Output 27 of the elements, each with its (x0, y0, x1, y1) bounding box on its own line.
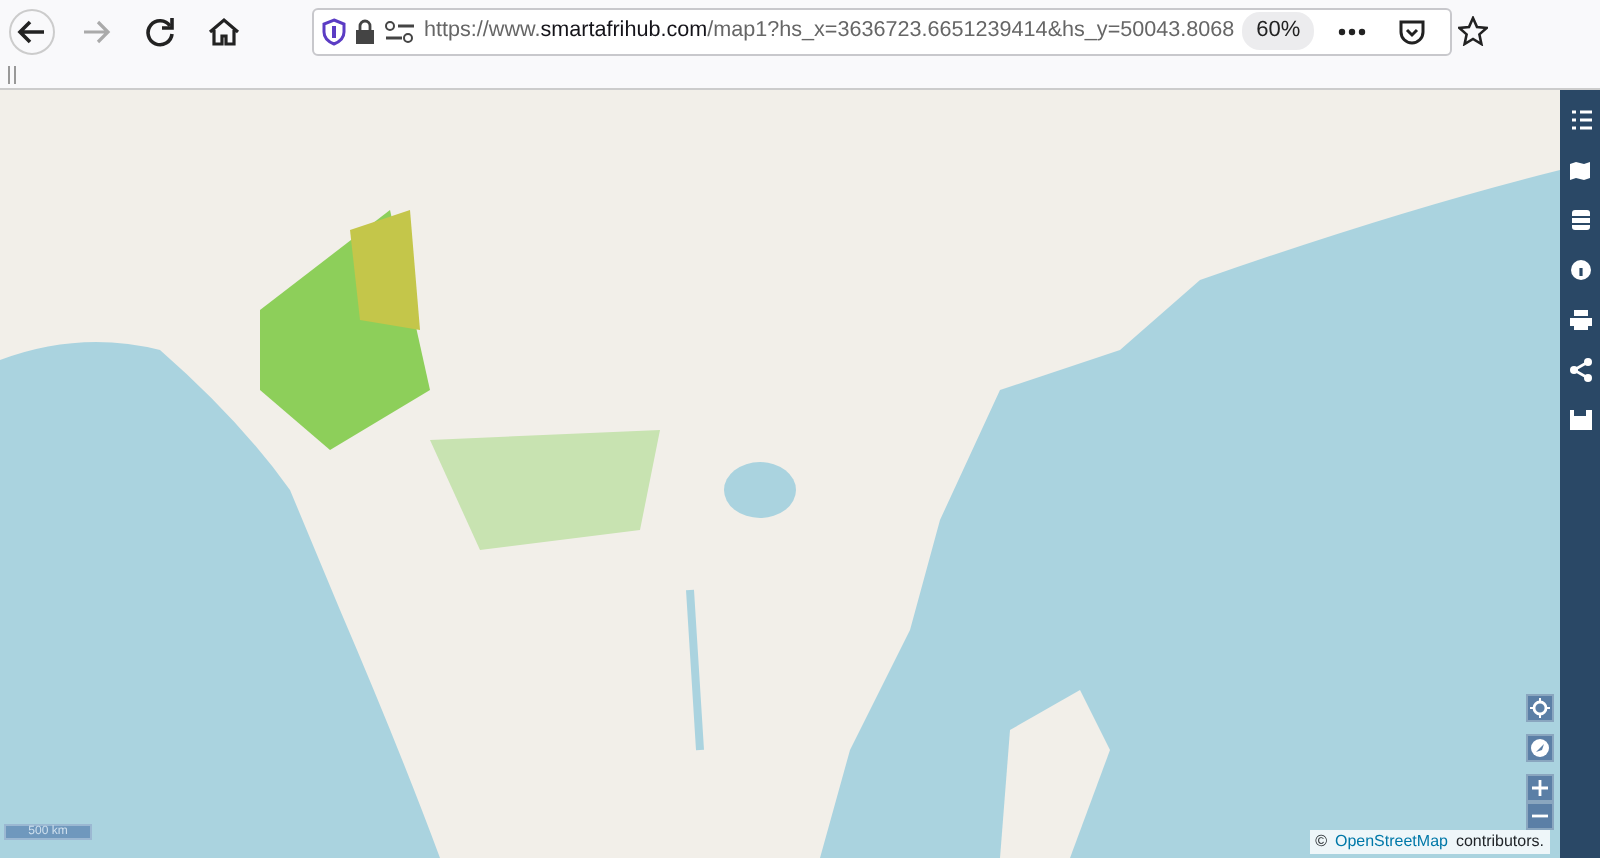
database-icon[interactable] (1567, 208, 1593, 232)
attribution-text: contributors. (1455, 830, 1544, 854)
save-icon[interactable] (1567, 408, 1593, 432)
drag-handle-icon (8, 66, 16, 84)
lock-icon (354, 18, 376, 44)
zoom-in-button[interactable] (1526, 774, 1554, 802)
crosshair-icon (1530, 698, 1550, 718)
star-icon[interactable] (1458, 16, 1489, 46)
plus-icon (1532, 780, 1548, 796)
shield-icon (322, 17, 346, 45)
copyright-symbol: © (1315, 830, 1327, 854)
layers-list-icon[interactable] (1567, 108, 1593, 132)
url-text: https://www.smartafrihub.com/map1?hs_x=3636723.6651239414&hs_y=50043.8068 (424, 16, 1235, 47)
map-icon[interactable] (1567, 158, 1593, 182)
compass-icon (1530, 738, 1550, 758)
more-icon[interactable] (1338, 27, 1367, 35)
info-icon[interactable] (1567, 258, 1593, 282)
share-icon[interactable] (1567, 358, 1593, 382)
locate-button[interactable] (1526, 694, 1554, 722)
zoom-out-button[interactable] (1526, 802, 1554, 830)
compass-button[interactable] (1526, 734, 1554, 762)
print-icon[interactable] (1567, 308, 1593, 332)
attribution-link[interactable]: OpenStreetMap (1334, 830, 1448, 854)
permissions-icon (384, 19, 416, 43)
back-icon[interactable] (8, 7, 56, 55)
pocket-icon[interactable] (1398, 17, 1427, 45)
zoom-level[interactable]: 60% (1242, 12, 1315, 50)
